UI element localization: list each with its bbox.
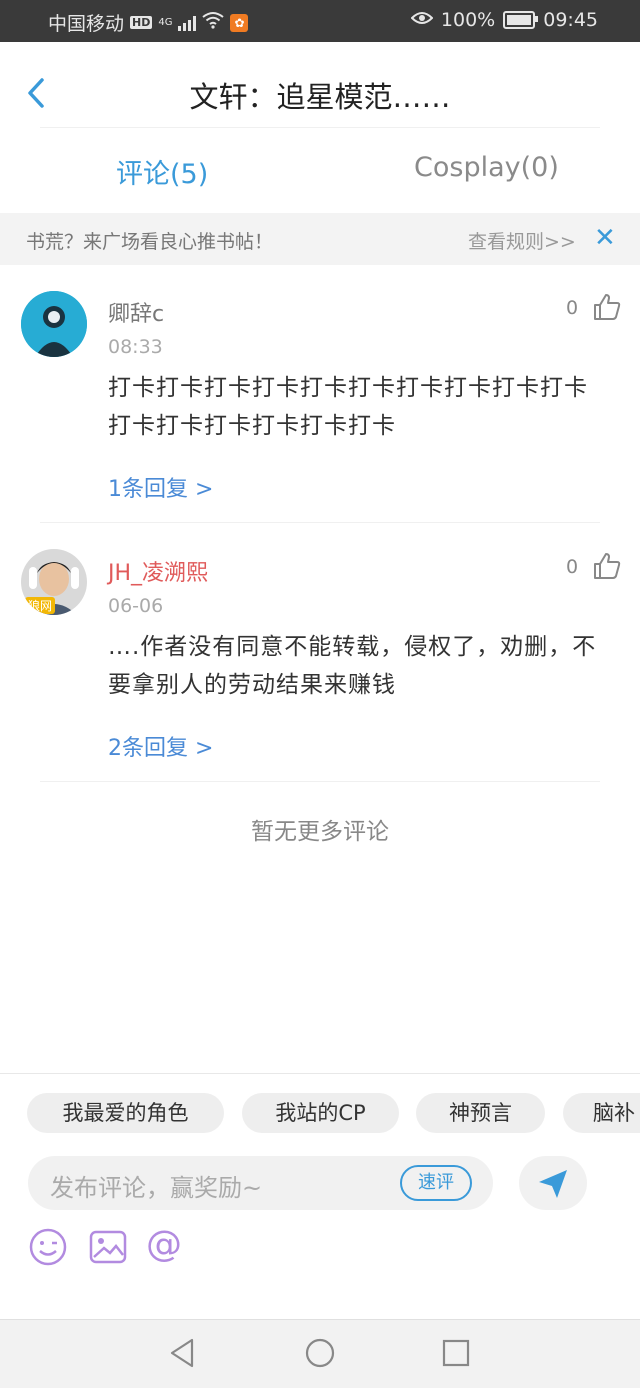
status-bar: 中国移动 HD 4G ✿ 100% 09:45: [0, 0, 640, 42]
tab-comments[interactable]: 评论(5): [116, 152, 208, 191]
signal-icon: [178, 15, 197, 31]
comment-time: 08:33: [108, 336, 163, 358]
battery-percent: 100%: [440, 9, 496, 31]
status-right: 100% 09:45: [410, 9, 598, 31]
eye-comfort-icon: [410, 9, 434, 31]
like-count: 0: [566, 556, 579, 578]
comment-username[interactable]: JH_凌溯熙: [108, 555, 208, 587]
topic-chip[interactable]: 我站的CP: [242, 1093, 399, 1133]
network-label: 4G: [158, 17, 173, 28]
reply-link[interactable]: 1条回复 >: [108, 471, 213, 503]
at-icon[interactable]: @: [146, 1227, 186, 1267]
carrier-label: 中国移动: [48, 13, 125, 35]
avatar-badge: 狼网: [25, 597, 56, 614]
wifi-icon: [202, 11, 225, 34]
quick-comment-button[interactable]: 速评: [400, 1165, 472, 1201]
avatar-image: [21, 291, 87, 357]
promo-banner: 书荒？来广场看良心推书帖！ 查看规则>> ✕: [0, 213, 640, 265]
emoji-icon[interactable]: [28, 1227, 68, 1267]
clock: 09:45: [543, 9, 598, 31]
topic-chip[interactable]: 神预言: [416, 1093, 545, 1133]
uc-app-icon: ✿: [230, 13, 249, 32]
tab-cosplay[interactable]: Cosplay(0): [414, 152, 559, 183]
comment-divider: [40, 522, 600, 523]
comment-content: 打卡打卡打卡打卡打卡打卡打卡打卡打卡打卡打卡打卡打卡打卡打卡打卡: [108, 375, 588, 439]
comment-time: 06-06: [108, 595, 164, 617]
nav-back-icon[interactable]: [166, 1336, 200, 1370]
header-divider: [40, 127, 600, 128]
nav-recents-icon[interactable]: [439, 1336, 473, 1370]
battery-icon: [503, 11, 539, 29]
thumb-up-icon[interactable]: [592, 551, 622, 581]
image-icon[interactable]: [88, 1227, 128, 1267]
avatar[interactable]: [21, 291, 87, 357]
banner-message[interactable]: 书荒？来广场看良心推书帖！: [26, 227, 273, 254]
topic-chip[interactable]: 我最爱的角色: [27, 1093, 224, 1133]
avatar[interactable]: 狼网: [21, 549, 87, 615]
close-icon[interactable]: ✕: [594, 223, 616, 253]
nav-home-icon[interactable]: [303, 1336, 337, 1370]
view-rules-link[interactable]: 查看规则>>: [468, 227, 576, 254]
topic-chip[interactable]: 脑补: [563, 1093, 640, 1133]
reply-link[interactable]: 2条回复 >: [108, 730, 213, 762]
status-left: 中国移动 HD 4G ✿: [48, 9, 249, 36]
comment-divider: [40, 781, 600, 782]
like-count: 0: [566, 297, 579, 319]
send-button[interactable]: [519, 1156, 587, 1210]
comment-content: ….作者没有同意不能转载，侵权了，劝删，不要拿别人的劳动结果来赚钱: [108, 634, 597, 698]
send-icon: [539, 1170, 567, 1198]
no-more-comments: 暂无更多评论: [251, 819, 389, 845]
hd-badge: HD: [130, 16, 153, 29]
page-title: 文轩：追星模范……: [189, 80, 451, 114]
thumb-up-icon[interactable]: [592, 292, 622, 322]
comment-input[interactable]: 发布评论，赢奖励~ 速评: [28, 1156, 493, 1210]
comment-input-placeholder: 发布评论，赢奖励~: [50, 1174, 263, 1202]
comment-username[interactable]: 卿辞c: [108, 296, 164, 328]
